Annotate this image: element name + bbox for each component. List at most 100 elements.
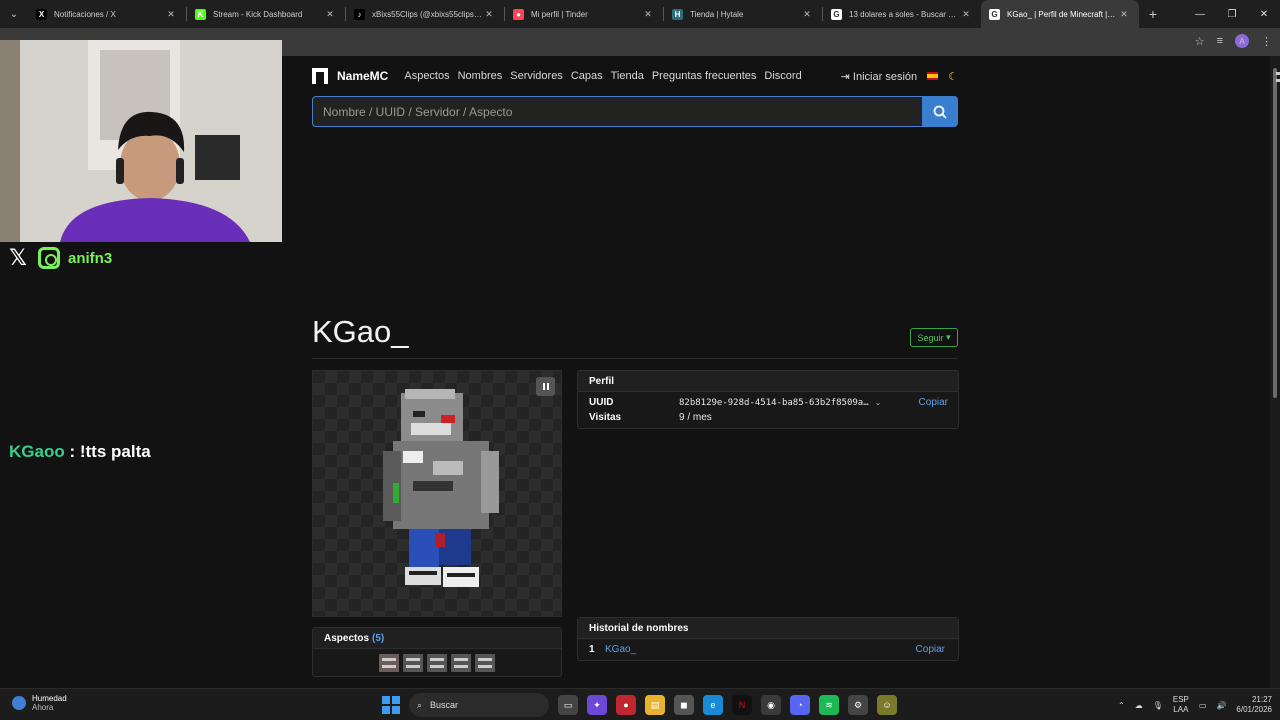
tab-title: Tienda | Hytale [690, 9, 744, 19]
mic-icon[interactable]: 🎙 [1153, 701, 1163, 710]
spain-flag-icon[interactable] [927, 72, 939, 80]
search-button[interactable] [922, 96, 958, 127]
brand[interactable]: NameMC [312, 68, 388, 84]
browser-tab[interactable]: G KGao_ | Perfil de Minecraft | NameMC✕ [981, 0, 1139, 28]
skins-count: (5) [372, 632, 385, 644]
network-icon[interactable]: ▭ [1199, 701, 1207, 710]
nav-link-capas[interactable]: Capas [571, 70, 603, 82]
login-link[interactable]: ⇥ Iniciar sesión [841, 70, 917, 83]
tab-close-icon[interactable]: ✕ [959, 9, 973, 20]
clock[interactable]: 21:27 6/01/2026 [1236, 695, 1272, 715]
tab-close-icon[interactable]: ✕ [800, 9, 814, 20]
edge-icon[interactable]: e [703, 695, 723, 715]
chrome-icon[interactable]: ◉ [761, 695, 781, 715]
minimize-icon[interactable]: — [1184, 0, 1216, 28]
namemc-logo-icon [312, 68, 328, 84]
nav-link-tienda[interactable]: Tienda [611, 70, 644, 82]
task-view-icon[interactable]: ▭ [558, 695, 578, 715]
close-window-icon[interactable]: ✕ [1248, 0, 1280, 28]
nav-link-discord[interactable]: Discord [764, 70, 801, 82]
chat-username: KGaoo [9, 442, 65, 461]
skin-thumbnail[interactable] [379, 654, 399, 672]
history-row: 1 KGao_ Copiar [578, 639, 958, 660]
nav-link-servidores[interactable]: Servidores [510, 70, 563, 82]
store-icon[interactable]: ◼ [674, 695, 694, 715]
keyboard-layout: LAA [1173, 705, 1189, 714]
skins-card: Aspectos (5) [312, 627, 562, 677]
name-history-card: Historial de nombres 1 KGao_ Copiar [577, 617, 959, 661]
skin-thumbnail[interactable] [427, 654, 447, 672]
taskbar-search[interactable]: ⌕ Buscar [409, 693, 549, 717]
chevron-down-icon[interactable]: ⌄ [875, 398, 882, 407]
tab-title: Stream - Kick Dashboard [213, 9, 303, 19]
scrollbar-thumb[interactable] [1273, 68, 1280, 398]
skins-card-header: Aspectos (5) [313, 628, 561, 649]
browser-tab[interactable]: ♪ xBixs55Clips (@xbixs55clips) | TikTok✕ [346, 0, 504, 28]
history-name-link[interactable]: KGao_ [605, 644, 636, 655]
app-icon-olive[interactable]: ☺ [877, 695, 897, 715]
tab-close-icon[interactable]: ✕ [482, 9, 496, 20]
spotify-icon[interactable]: ≋ [819, 695, 839, 715]
profile-name: KGao_ [312, 314, 409, 349]
discord-icon[interactable]: ◔ [790, 695, 810, 715]
new-tab-button[interactable]: + [1139, 0, 1167, 28]
clock-date: 6/01/2026 [1236, 705, 1272, 714]
tab-close-icon[interactable]: ✕ [641, 9, 655, 20]
uuid-value: 82b8129e-928d-4514-ba85-63b2f8509a… [679, 397, 869, 408]
app-icon-red[interactable]: ● [616, 695, 636, 715]
tab-close-icon[interactable]: ✕ [323, 9, 337, 20]
nav-link-nombres[interactable]: Nombres [458, 70, 503, 82]
chat-text: : !tts palta [64, 442, 151, 461]
tray-chevron-up-icon[interactable]: ⌃ [1118, 701, 1125, 710]
nav-link-aspectos[interactable]: Aspectos [404, 70, 449, 82]
skin-thumbnail[interactable] [403, 654, 423, 672]
windows-taskbar: Humedad Ahora ⌕ Buscar ▭ ✦ ● ▤ ◼ e N ◉ ◔… [0, 688, 1280, 720]
volume-icon[interactable]: 🔊 [1216, 701, 1226, 710]
media-controls-icon[interactable]: ≡ [1217, 35, 1223, 47]
weather-widget[interactable]: Humedad Ahora [12, 694, 67, 712]
profile-avatar[interactable]: A [1235, 34, 1249, 48]
browser-tab[interactable]: G 13 dolares a soles - Buscar con Google✕ [823, 0, 981, 28]
browser-tab[interactable]: X Notificaciones / X ✕ [28, 0, 186, 28]
taskbar-apps: ⌕ Buscar ▭ ✦ ● ▤ ◼ e N ◉ ◔ ≋ ⚙ ☺ [382, 693, 897, 717]
moon-icon[interactable]: ☾ [948, 70, 958, 83]
browser-tab[interactable]: H Tienda | Hytale ✕ [664, 0, 822, 28]
copilot-icon[interactable]: ✦ [587, 695, 607, 715]
browser-menu-icon[interactable]: ⋮ [1261, 35, 1272, 48]
tab-title: Notificaciones / X [54, 9, 116, 19]
onedrive-icon[interactable]: ☁ [1135, 701, 1143, 710]
follow-button[interactable]: Seguir ▾ [910, 328, 958, 347]
tab-close-icon[interactable]: ✕ [1117, 9, 1131, 20]
webcam-feed [0, 40, 282, 242]
tab-search-icon[interactable]: ⌄ [0, 0, 28, 28]
history-index: 1 [589, 644, 595, 655]
language-indicator[interactable]: ESP LAA [1173, 695, 1189, 715]
language-code: ESP [1172, 695, 1189, 704]
page-scrollbar[interactable] [1270, 56, 1280, 688]
netflix-icon[interactable]: N [732, 695, 752, 715]
instagram-icon [38, 247, 60, 269]
tab-favicon-icon: G [989, 8, 1000, 20]
copy-uuid-button[interactable]: Copiar [919, 397, 948, 408]
tab-close-icon[interactable]: ✕ [164, 9, 178, 20]
browser-tab[interactable]: ● Mi perfil | Tinder ✕ [505, 0, 663, 28]
file-explorer-icon[interactable]: ▤ [645, 695, 665, 715]
tab-title: xBixs55Clips (@xbixs55clips) | TikTok [372, 9, 482, 19]
skin-thumbnail[interactable] [475, 654, 495, 672]
search-input[interactable] [312, 96, 922, 127]
bookmark-star-icon[interactable]: ☆ [1195, 35, 1205, 48]
windows-start-icon[interactable] [382, 696, 400, 714]
settings-icon[interactable]: ⚙ [848, 695, 868, 715]
copy-name-button[interactable]: Copiar [916, 644, 945, 655]
skin-viewer[interactable] [312, 370, 562, 617]
restore-icon[interactable]: ❐ [1216, 0, 1248, 28]
x-logo-icon: 𝕏 [9, 245, 27, 270]
tab-favicon-icon: H [672, 8, 683, 20]
tab-favicon-icon: G [831, 8, 842, 20]
browser-tab[interactable]: K Stream - Kick Dashboard ✕ [187, 0, 345, 28]
skin-thumbnail[interactable] [451, 654, 471, 672]
nav-link-faq[interactable]: Preguntas frecuentes [652, 70, 757, 82]
profile-card-title: Perfil [578, 371, 958, 392]
visits-label: Visitas [589, 412, 622, 423]
tab-title: 13 dolares a soles - Buscar con Google [849, 9, 959, 19]
